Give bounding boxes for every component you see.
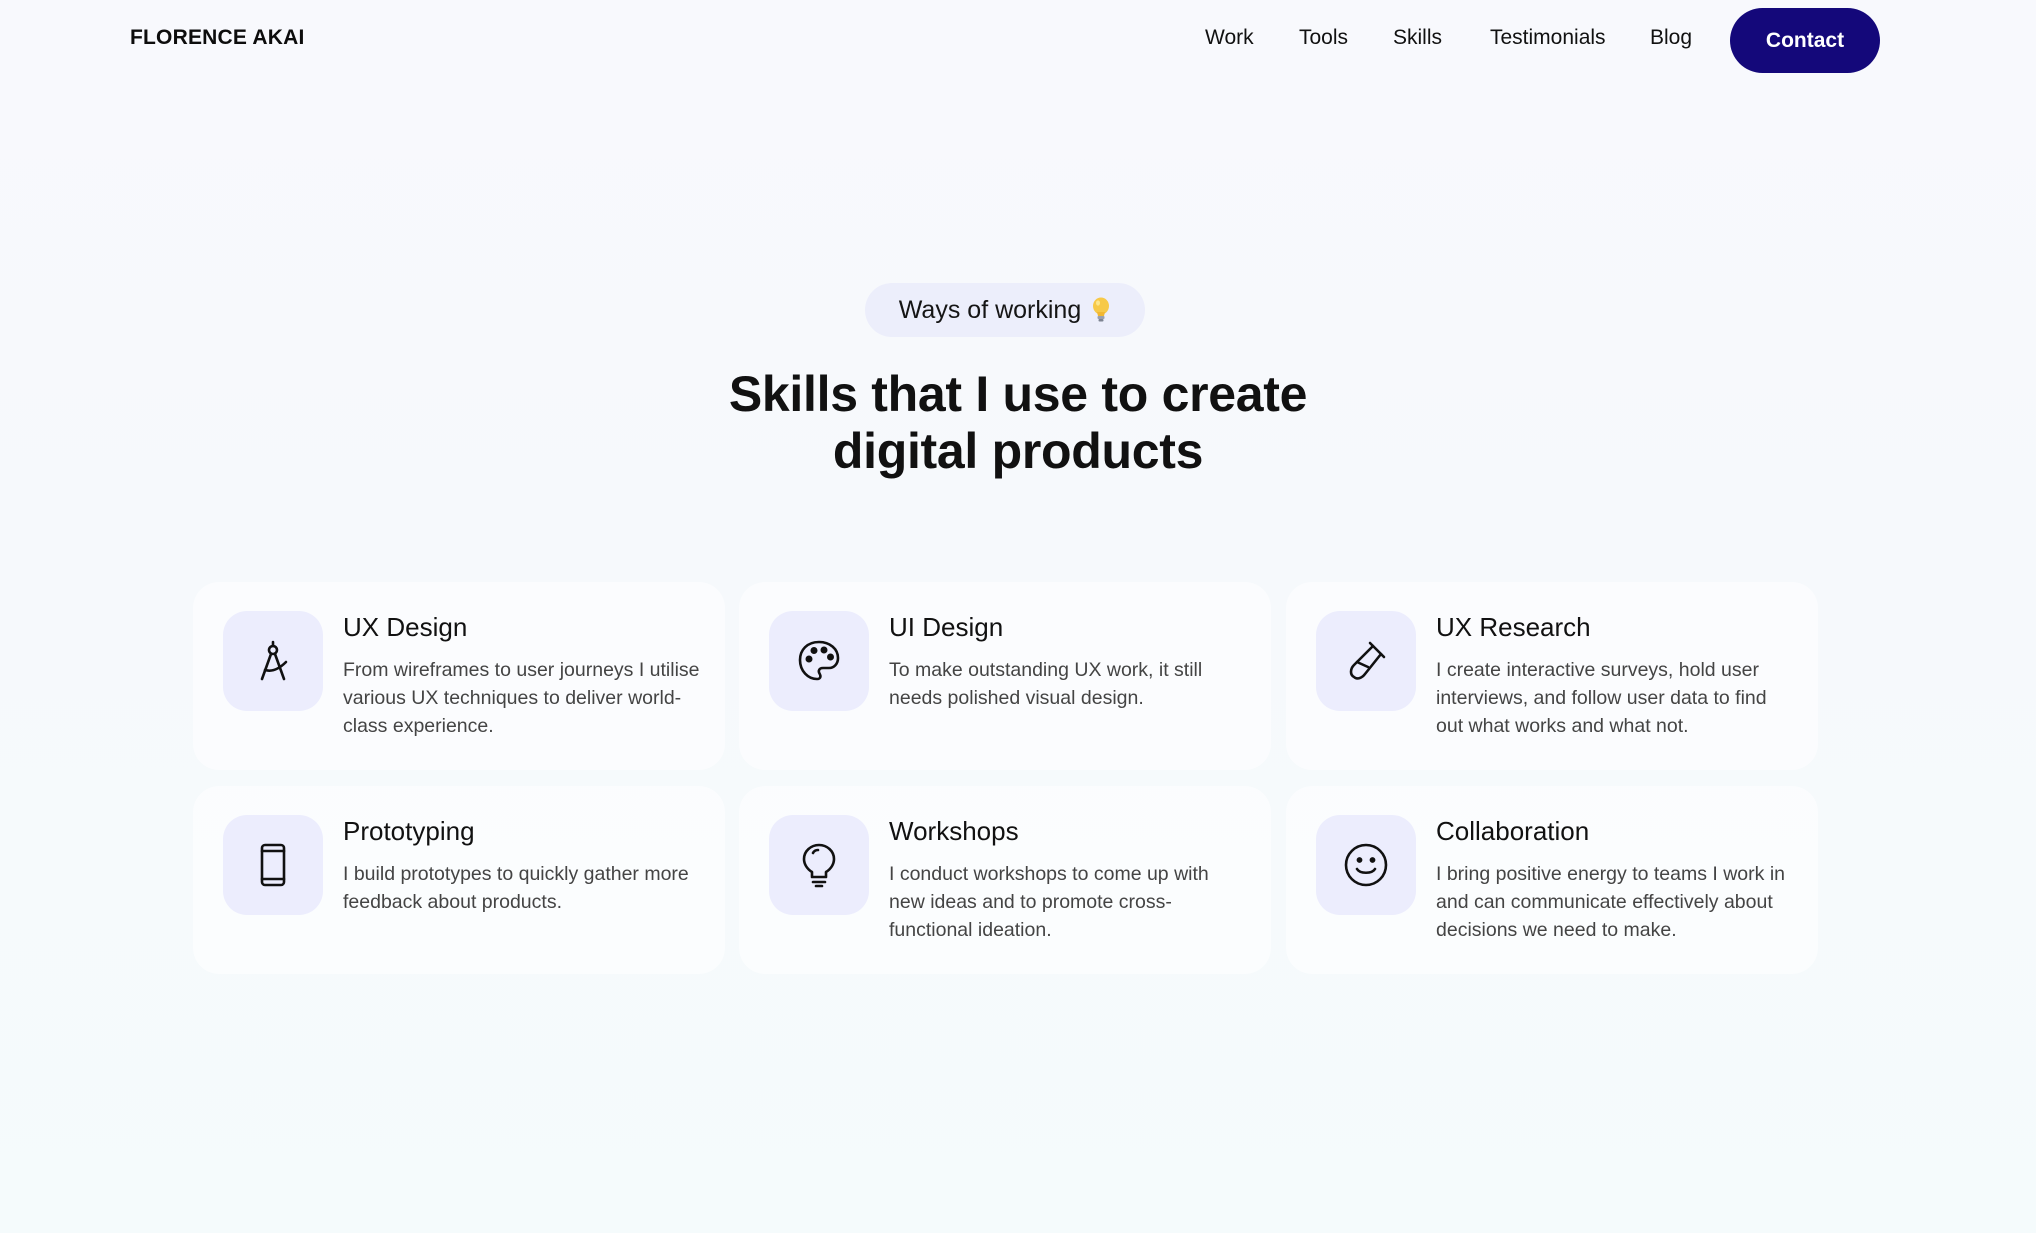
skill-card-prototyping: Prototyping I build prototypes to quickl…	[193, 786, 725, 974]
skill-card-ui-design: UI Design To make outstanding UX work, i…	[739, 582, 1271, 770]
smiley-face-icon	[1344, 843, 1388, 887]
nav-link-skills[interactable]: Skills	[1393, 26, 1442, 50]
section-title-line-2: digital products	[832, 423, 1204, 479]
section-eyebrow-text: Ways of working	[898, 295, 1082, 324]
skill-card-collaboration: Collaboration I bring positive energy to…	[1286, 786, 1818, 974]
skill-icon-box	[223, 611, 323, 711]
skill-icon-box	[769, 815, 869, 915]
lightbulb-emoji-icon	[1091, 297, 1111, 323]
skill-card-ux-design: UX Design From wireframes to user journe…	[193, 582, 725, 770]
test-tube-icon	[1349, 641, 1386, 680]
skill-description: I create interactive surveys, hold user …	[1436, 659, 1767, 737]
skill-title: Prototyping	[343, 816, 475, 846]
nav-link-blog[interactable]: Blog	[1650, 26, 1692, 50]
skill-title: UX Design	[343, 612, 468, 642]
skill-description: I build prototypes to quickly gather mor…	[343, 863, 689, 913]
skill-icon-box	[1316, 815, 1416, 915]
skill-icon-box	[1316, 611, 1416, 711]
palette-icon	[798, 640, 840, 681]
skill-description: I conduct workshops to come up with new …	[889, 863, 1209, 941]
nav-link-testimonials[interactable]: Testimonials	[1490, 26, 1606, 50]
nav-link-tools[interactable]: Tools	[1299, 26, 1348, 50]
nav-link-work[interactable]: Work	[1205, 26, 1254, 50]
compass-drawing-icon	[260, 640, 288, 681]
section-title-line-1: Skills that I use to create	[728, 366, 1308, 422]
skill-description: From wireframes to user journeys I utili…	[343, 659, 700, 737]
skill-card-ux-research: UX Research I create interactive surveys…	[1286, 582, 1818, 770]
skill-title: Workshops	[889, 816, 1019, 846]
skill-description: To make outstanding UX work, it still ne…	[889, 659, 1203, 709]
brand-logo[interactable]: FLORENCE AKAI	[130, 26, 305, 50]
lightbulb-icon	[802, 843, 836, 888]
skill-title: UX Research	[1436, 612, 1591, 642]
section-title: Skills that I use to create digital prod…	[0, 366, 2036, 480]
section-eyebrow-pill: Ways of working	[865, 283, 1145, 337]
smartphone-icon	[260, 843, 286, 887]
contact-button[interactable]: Contact	[1730, 8, 1880, 73]
skill-title: Collaboration	[1436, 816, 1590, 846]
skill-description: I bring positive energy to teams I work …	[1436, 863, 1785, 941]
site-header: FLORENCE AKAI Work Tools Skills Testimon…	[0, 0, 2036, 80]
skill-title: UI Design	[889, 612, 1004, 642]
skill-icon-box	[223, 815, 323, 915]
skill-card-workshops: Workshops I conduct workshops to come up…	[739, 786, 1271, 974]
skill-icon-box	[769, 611, 869, 711]
